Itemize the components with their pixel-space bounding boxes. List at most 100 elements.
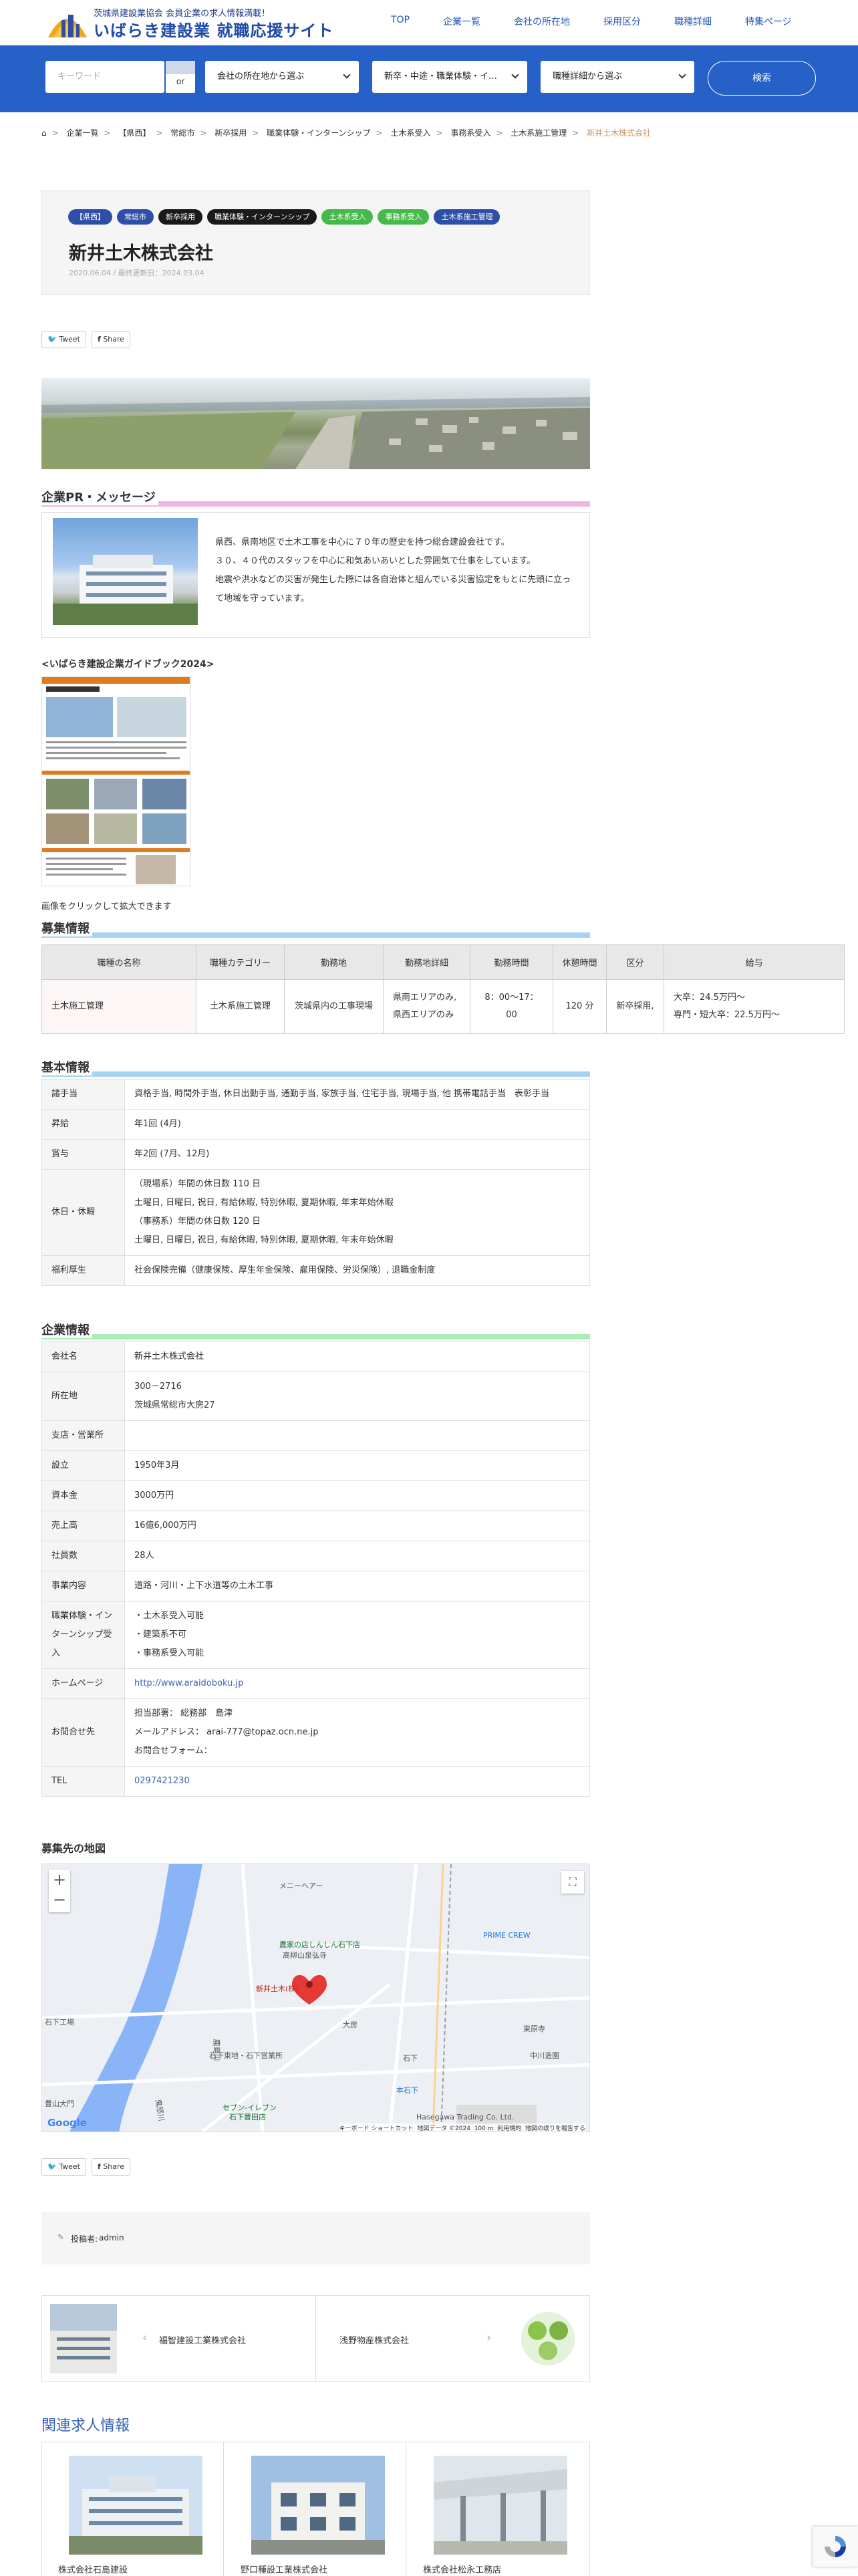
chevron-left-icon: ‹ — [142, 2331, 148, 2345]
post-tag[interactable]: 【県西】 — [68, 209, 112, 225]
row-value[interactable]: 0297421230 — [124, 1766, 590, 1797]
pr-message-box: 県西、県南地区で土木工事を中心に７０年の歴史を持つ総合建設会社です。 ３０、４０… — [41, 512, 590, 638]
chevron-right-icon: › — [486, 2331, 492, 2345]
map-label: 新井土木(株) — [256, 1984, 299, 1993]
author-box: ✎ 投稿者: admin — [41, 2212, 590, 2265]
category-select[interactable]: 新卒・中途・職業体験・イ… — [372, 61, 527, 93]
row-value — [124, 1420, 590, 1451]
terms-link[interactable]: 利用規約 — [497, 2126, 521, 2132]
nav-recruit-type[interactable]: 採用区分 — [587, 15, 658, 28]
nav-location[interactable]: 会社の所在地 — [497, 15, 587, 28]
table-row: 福利厚生 社会保険完備（健康保険、厚生年金保険、雇用保険、労災保険）, 退職金制度 — [41, 1255, 590, 1286]
twitter-icon: 🐦 — [47, 335, 57, 344]
table-cell: 大卒：24.5万円〜 専門・短大卒：22.5万円〜 — [664, 979, 845, 1034]
related-job-card[interactable]: 野口種設工業株式会社 — [225, 2442, 406, 2576]
post-tag[interactable]: 常総市 — [117, 209, 154, 225]
row-value: 社会保険完備（健康保険、厚生年金保険、雇用保険、労災保険）, 退職金制度 — [124, 1255, 590, 1286]
fullscreen-icon[interactable]: ⛶ — [561, 1871, 584, 1894]
google-map[interactable]: メニーヘアー PRIME CREW 農家の店しんしん石下店 高柳山泉弘寺 新井土… — [41, 1863, 590, 2132]
map-label: 鬼怒川 — [153, 2098, 166, 2122]
related-job-card[interactable]: 株式会社石島建設 — [42, 2442, 224, 2576]
table-row: お問合せ先 担当部署： 総務部 島津 メールアドレス： arai-777@topa… — [41, 1698, 590, 1767]
nav-feature[interactable]: 特集ページ — [728, 15, 809, 28]
post-tag[interactable]: 土木系施工管理 — [434, 209, 500, 225]
section-heading-basic: 基本情報 — [41, 1058, 590, 1078]
next-post-link[interactable]: 浅野物産株式会社 › — [317, 2296, 589, 2381]
row-value: 新井土木株式会社 — [124, 1341, 590, 1372]
tweet-button[interactable]: 🐦 Tweet — [41, 2158, 86, 2176]
breadcrumb-item[interactable]: 事務系受入 — [450, 128, 490, 138]
post-navigation: ‹ 福智建設工業株式会社 浅野物産株式会社 › — [41, 2295, 590, 2382]
map-label: 本石下 — [396, 2086, 418, 2095]
related-job-name: 株式会社石島建設 — [58, 2565, 128, 2575]
guidebook-image[interactable] — [41, 676, 190, 886]
table-row: 土木施工管理 土木系施工管理 茨城県内の工事現場 県南エリアのみ, 県西エリアの… — [41, 979, 845, 1034]
facebook-share-button[interactable]: f Share — [91, 2158, 130, 2176]
table-cell: 8：00〜17：00 — [470, 979, 553, 1034]
row-value: 担当部署： 総務部 島津 メールアドレス： arai-777@topaz.ocn… — [124, 1698, 590, 1767]
row-value: 3000万円 — [124, 1480, 590, 1511]
search-button[interactable]: 検索 — [708, 61, 816, 96]
table-cell: 新卒採用, — [606, 979, 664, 1034]
map-label: メニーヘアー — [279, 1882, 323, 1890]
report-error-link[interactable]: 地図の誤りを報告する — [525, 2126, 585, 2132]
location-select[interactable]: 会社の所在地から選ぶ — [205, 61, 359, 93]
map-label: 中川造園 — [530, 2051, 559, 2060]
map-label: 石下工場 — [45, 2018, 74, 2027]
row-label: 職業体験・インターンシップ受入 — [41, 1601, 125, 1669]
tweet-button[interactable]: 🐦 Tweet — [41, 331, 86, 348]
author-link[interactable]: admin — [99, 2233, 124, 2242]
post-tag[interactable]: 職業体験・インターンシップ — [207, 209, 317, 225]
hero-aerial-image — [41, 378, 590, 469]
map-label: PRIME CREW — [483, 1931, 531, 1940]
prev-post-link[interactable]: ‹ 福智建設工業株式会社 — [42, 2296, 316, 2381]
home-icon[interactable]: ⌂ — [41, 128, 47, 138]
table-header: 職種の名称 — [41, 944, 196, 980]
logo-title[interactable]: いばらき建設業 就職応援サイト — [94, 17, 333, 41]
table-row: 設立 1950年3月 — [41, 1450, 590, 1481]
search-bar: キーワード or 会社の所在地から選ぶ 新卒・中途・職業体験・イ… 職種詳細から… — [0, 45, 858, 112]
nav-company-list[interactable]: 企業一覧 — [426, 15, 497, 28]
page-title: 新井土木株式会社 — [69, 243, 213, 264]
table-header: 勤務地詳細 — [383, 944, 470, 980]
table-row: 支店・営業所 — [41, 1420, 590, 1451]
breadcrumb-item[interactable]: 常総市 — [170, 128, 194, 138]
row-value: 年1回 (4月) — [124, 1109, 590, 1140]
keyword-input[interactable]: キーワード — [45, 61, 164, 93]
row-value[interactable]: http://www.araidoboku.jp — [124, 1668, 590, 1699]
post-tag[interactable]: 新卒採用 — [158, 209, 202, 225]
nav-top[interactable]: TOP — [374, 15, 426, 28]
prev-post-thumbnail — [50, 2304, 117, 2373]
table-row: 職業体験・インターンシップ受入 ・土木系受入可能 ・建築系不可 ・事務系受入可能 — [41, 1601, 590, 1669]
breadcrumb-item[interactable]: 土木系受入 — [390, 128, 430, 138]
table-row: 賞与 年2回 (7月、12月) — [41, 1139, 590, 1170]
row-label: 社員数 — [41, 1541, 125, 1571]
table-row: TEL 0297421230 — [41, 1766, 590, 1797]
nav-job-detail[interactable]: 職種詳細 — [658, 15, 728, 28]
breadcrumb-item[interactable]: 【県西】 — [118, 128, 150, 138]
logo-icon[interactable] — [44, 5, 91, 40]
recaptcha-icon[interactable] — [813, 2527, 858, 2567]
breadcrumb-item[interactable]: 土木系施工管理 — [511, 128, 567, 138]
table-cell: 土木系施工管理 — [196, 979, 285, 1034]
related-job-card[interactable]: 株式会社松永工務店 — [407, 2442, 589, 2576]
row-label: 昇給 — [41, 1109, 125, 1140]
breadcrumb-item[interactable]: 新卒採用 — [214, 128, 247, 138]
post-tag[interactable]: 土木系受入 — [321, 209, 374, 225]
post-tag[interactable]: 事務系受入 — [378, 209, 430, 225]
map-label: 豊山大門 — [45, 2099, 74, 2108]
table-row: ホームページ http://www.araidoboku.jp — [41, 1668, 590, 1699]
zoom-out-button[interactable]: − — [49, 1890, 70, 1910]
map-heading: 募集先の地図 — [41, 1842, 106, 1855]
keyboard-shortcuts-link[interactable]: キーボード ショートカット — [339, 2126, 414, 2132]
tag-list: 【県西】 常総市 新卒採用 職業体験・インターンシップ 土木系受入 事務系受入 土木系施工管… — [68, 209, 505, 225]
breadcrumb-item[interactable]: 職業体験・インターンシップ — [267, 128, 370, 138]
facebook-share-button[interactable]: f Share — [91, 331, 130, 348]
breadcrumb-current: 新井土木株式会社 — [587, 128, 652, 138]
map-label: 鹿島川 — [212, 2039, 221, 2061]
map-label: 大房 — [343, 2021, 358, 2029]
breadcrumb-item[interactable]: 企業一覧 — [67, 128, 99, 138]
detail-select[interactable]: 職種詳細から選ぶ — [541, 61, 694, 93]
zoom-in-button[interactable]: + — [49, 1870, 70, 1890]
table-cell: 120 分 — [553, 979, 607, 1034]
